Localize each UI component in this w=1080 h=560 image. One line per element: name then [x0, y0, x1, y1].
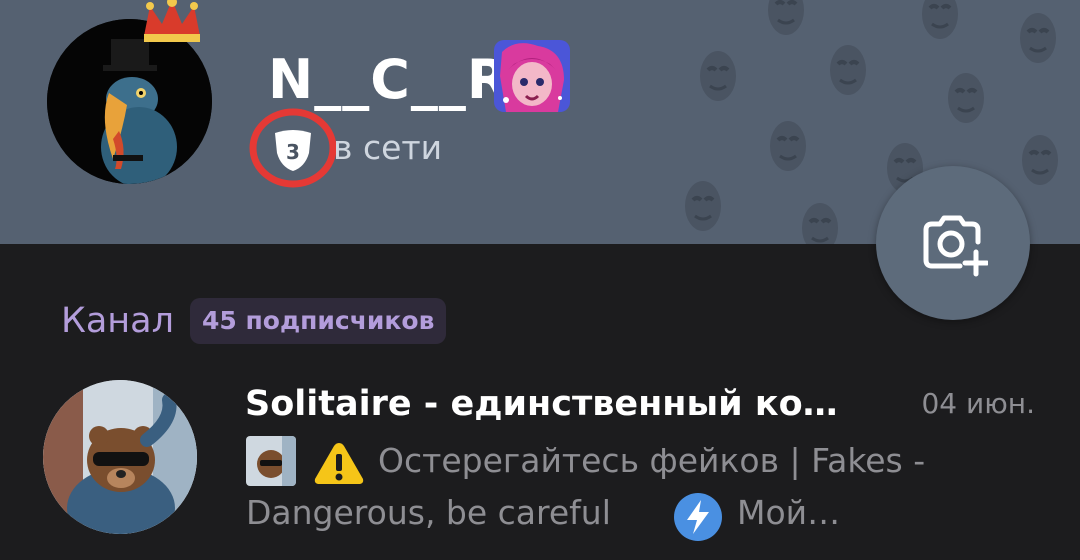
channel-date: 04 июн. [921, 387, 1035, 420]
shield-level-icon[interactable]: 3 [249, 107, 337, 189]
profile-name: N__C__R [268, 48, 510, 111]
channel-list-item[interactable]: Solitaire - единственный ко… 04 июн. Ост… [0, 360, 1080, 560]
flash-icon [674, 493, 722, 541]
channel-section-label: Канал [61, 301, 174, 341]
message-preview-continuation: Мой… [737, 493, 841, 532]
level-number: 3 [286, 140, 300, 164]
warning-icon [314, 443, 364, 484]
message-preview-line2: Dangerous, be careful [246, 493, 611, 532]
channel-avatar [43, 380, 197, 534]
crown-decoration-icon [144, 0, 200, 42]
emoji-status-icon[interactable] [494, 40, 570, 112]
add-photo-button[interactable] [876, 166, 1030, 320]
preview-thumbnail [246, 436, 296, 486]
presence-status: в сети [333, 128, 443, 167]
profile-screen: N__C__R 3 в сети Канал 45 подписчиков So… [0, 0, 1080, 560]
camera-add-icon [923, 215, 988, 277]
message-preview-line1: Остерегайтесь фейков | Fakes - [378, 441, 926, 480]
subscribers-count-badge: 45 подписчиков [190, 298, 447, 344]
channel-title: Solitaire - единственный ко… [245, 384, 838, 424]
